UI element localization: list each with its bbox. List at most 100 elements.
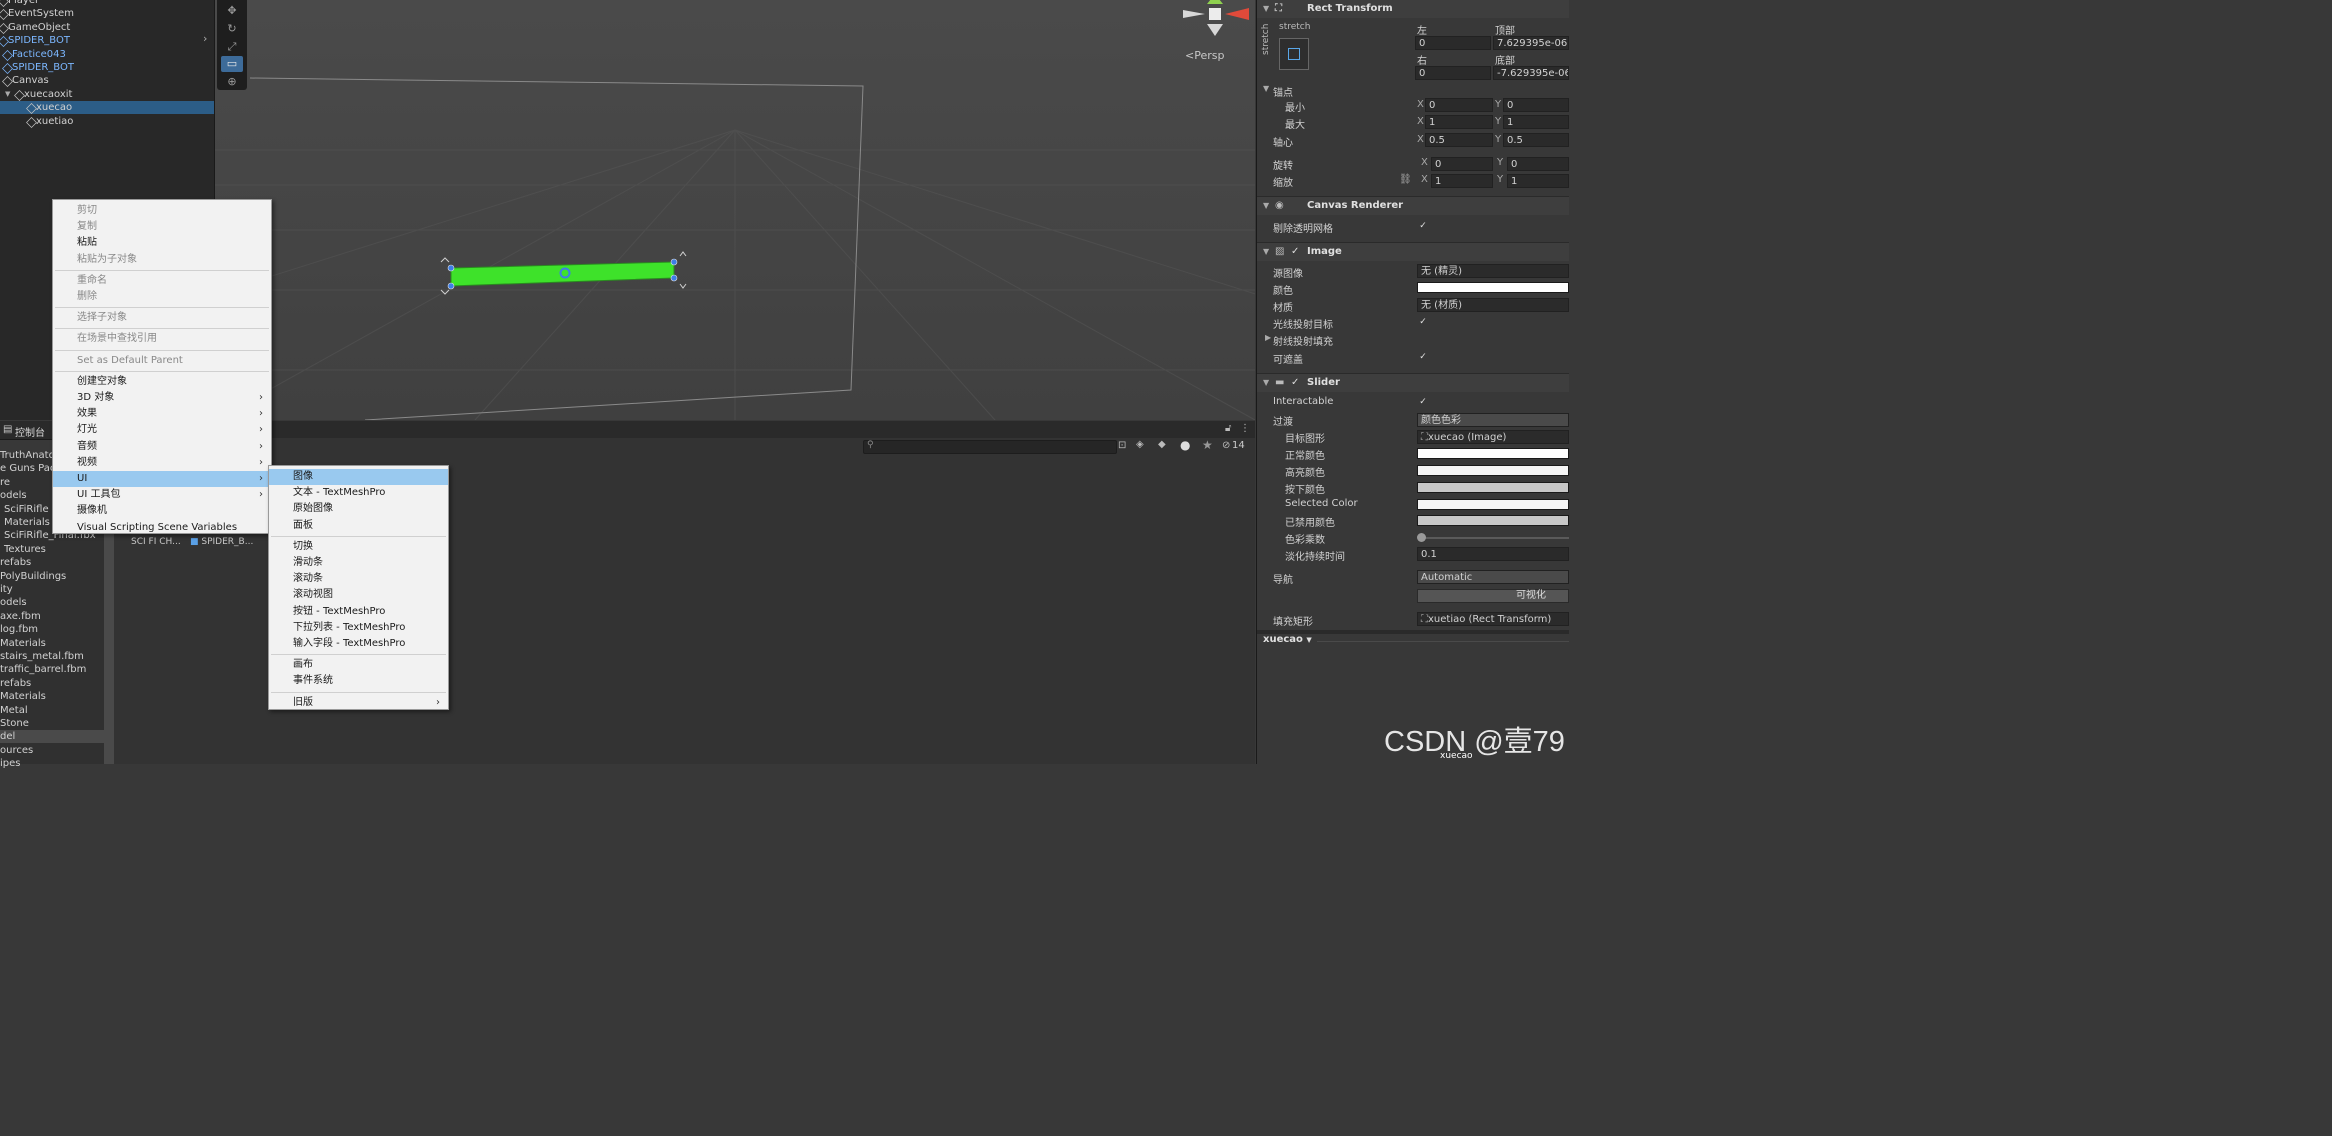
cull-transparent-checkbox[interactable]: ✓ (1418, 221, 1428, 231)
visualize-button[interactable]: 可视化 (1417, 589, 1569, 603)
project-folder-item[interactable]: axe.fbm (0, 610, 41, 623)
project-folder-item[interactable]: re (0, 476, 10, 489)
type-filter-icon[interactable]: ◈ (1136, 439, 1144, 450)
menu-item[interactable]: 下拉列表 - TextMeshPro (269, 620, 448, 636)
rotation-x[interactable]: 0 (1431, 157, 1493, 171)
scale-y[interactable]: 1 (1507, 174, 1569, 188)
menu-item[interactable]: 灯光 › (53, 422, 271, 438)
menu-item[interactable]: Visual Scripting Scene Variables (53, 520, 271, 536)
rotate-tool-icon[interactable]: ↻ (221, 21, 243, 37)
project-folder-item[interactable]: Metal (0, 704, 28, 717)
maskable-checkbox[interactable]: ✓ (1418, 352, 1428, 362)
persp-label[interactable]: <Persp (1185, 49, 1224, 62)
menu-item[interactable]: 按钮 - TextMeshPro (269, 604, 448, 620)
canvas-renderer-header[interactable]: ▼ ◉ Canvas Renderer (1257, 196, 1569, 215)
menu-item[interactable]: Set as Default Parent (53, 353, 271, 369)
menu-item[interactable]: 画布 (269, 657, 448, 673)
disabled-color-swatch[interactable] (1417, 515, 1569, 526)
menu-item[interactable]: 面板 (269, 518, 448, 534)
pivot-x[interactable]: 0.5 (1425, 133, 1493, 147)
menu-item[interactable]: 重命名 (53, 273, 271, 289)
hierarchy-item[interactable]: Factice043 (0, 48, 214, 61)
menu-item[interactable]: 音频 › (53, 439, 271, 455)
menu-item[interactable]: 效果 › (53, 406, 271, 422)
rect-transform-header[interactable]: ▼ ⛶ Rect Transform (1257, 0, 1569, 18)
menu-item[interactable]: 在场景中查找引用 (53, 331, 271, 347)
menu-item[interactable]: 事件系统 (269, 673, 448, 689)
pivot-y[interactable]: 0.5 (1503, 133, 1569, 147)
anchor-max-y[interactable]: 1 (1503, 115, 1569, 129)
menu-item[interactable]: 摄像机 (53, 503, 271, 519)
menu-item[interactable]: UI › (53, 471, 271, 487)
project-folder-item[interactable]: Textures (4, 543, 46, 556)
warning-icon[interactable]: ● (1180, 438, 1190, 452)
star-icon[interactable]: ★ (1202, 438, 1213, 452)
hierarchy-item[interactable]: xuecao (0, 101, 214, 115)
hierarchy-item[interactable]: SPIDER_BOT (0, 61, 214, 74)
menu-item[interactable]: 原始图像 (269, 501, 448, 517)
project-folder-item[interactable]: Materials (4, 516, 50, 529)
source-image-field[interactable]: 无 (精灵) (1417, 264, 1569, 278)
hierarchy-item[interactable]: SPIDER_BOT (0, 34, 214, 48)
top-field[interactable]: 7.629395e-06 (1493, 36, 1569, 50)
label-filter-icon[interactable]: ◆ (1158, 439, 1166, 450)
bottom-field[interactable]: -7.629395e-06 (1493, 66, 1569, 80)
anchor-preset-button[interactable] (1279, 38, 1309, 70)
menu-item[interactable]: 复制 (53, 219, 271, 235)
right-field[interactable]: 0 (1415, 66, 1491, 80)
project-folder-item[interactable]: odels (0, 596, 27, 609)
project-folder-item[interactable]: traffic_barrel.fbm (0, 663, 86, 676)
menu-item[interactable]: 剪切 (53, 203, 271, 219)
rotation-y[interactable]: 0 (1507, 157, 1569, 171)
fill-rect-field[interactable]: ⛶xuetiao (Rect Transform) (1417, 612, 1569, 626)
pressed-color-swatch[interactable] (1417, 482, 1569, 493)
hierarchy-item[interactable]: Player (0, 0, 214, 7)
material-field[interactable]: 无 (材质) (1417, 298, 1569, 312)
menu-item[interactable]: 图像 (269, 469, 448, 485)
filter-icon[interactable]: ⊡ (1118, 440, 1126, 451)
normal-color-swatch[interactable] (1417, 448, 1569, 459)
expand-arrow-icon[interactable]: ▼ (5, 88, 10, 101)
project-folder-item[interactable]: ipes (0, 757, 21, 770)
transition-dropdown[interactable]: 颜色色彩 (1417, 413, 1569, 427)
menu-item[interactable]: 滚动条 (269, 571, 448, 587)
project-folder-item[interactable]: del (0, 730, 104, 744)
menu-item[interactable]: 滚动视图 (269, 587, 448, 603)
anchor-max-x[interactable]: 1 (1425, 115, 1493, 129)
preview-object-label[interactable]: xuecao ▼ (1263, 634, 1312, 645)
hierarchy-item[interactable]: GameObject (0, 21, 214, 34)
rect-tool-icon[interactable]: ▭ (221, 56, 243, 72)
search-input[interactable]: ⚲ (863, 440, 1117, 454)
highlight-color-swatch[interactable] (1417, 465, 1569, 476)
menu-item[interactable]: 滑动条 (269, 555, 448, 571)
menu-item[interactable]: UI 工具包 › (53, 487, 271, 503)
menu-item[interactable]: 删除 (53, 289, 271, 305)
asset-item[interactable]: ■ SPIDER_B... (190, 537, 253, 547)
project-folder-item[interactable]: PolyBuildings (0, 570, 66, 583)
slider-header[interactable]: ▼ ▬ ✓ Slider (1257, 373, 1569, 392)
project-folder-item[interactable]: refabs (0, 677, 31, 690)
project-folder-item[interactable]: refabs (0, 556, 31, 569)
menu-item[interactable]: 粘贴为子对象 (53, 252, 271, 268)
hierarchy-item[interactable]: xuetiao (0, 115, 214, 128)
hierarchy-item[interactable]: EventSystem (0, 7, 214, 21)
project-folder-item[interactable]: Stone (0, 717, 29, 730)
transform-tool-icon[interactable]: ⊕ (221, 74, 243, 90)
hidden-count-icon[interactable]: ⊘ (1222, 440, 1230, 451)
menu-item[interactable]: 创建空对象 (53, 374, 271, 390)
more-icon[interactable]: ⋮ (1240, 423, 1250, 434)
chevron-right-icon[interactable]: › (203, 32, 207, 45)
project-folder-item[interactable]: stairs_metal.fbm (0, 650, 84, 663)
scene-view[interactable]: <Persp (215, 0, 1255, 420)
menu-item[interactable]: 粘贴 (53, 235, 271, 251)
menu-item[interactable]: 3D 对象 › (53, 390, 271, 406)
menu-item[interactable]: 旧版 › (269, 695, 448, 711)
menu-item[interactable]: 切换 (269, 539, 448, 555)
anchor-min-y[interactable]: 0 (1503, 98, 1569, 112)
fade-duration-field[interactable]: 0.1 (1417, 547, 1569, 561)
lock-icon[interactable]: 🔓︎ (1225, 423, 1231, 434)
raycast-target-checkbox[interactable]: ✓ (1418, 317, 1428, 327)
link-icon[interactable]: ⛓ (1399, 174, 1412, 185)
project-folder-item[interactable]: SciFiRifle (4, 503, 49, 516)
project-folder-item[interactable]: Materials (0, 637, 46, 650)
